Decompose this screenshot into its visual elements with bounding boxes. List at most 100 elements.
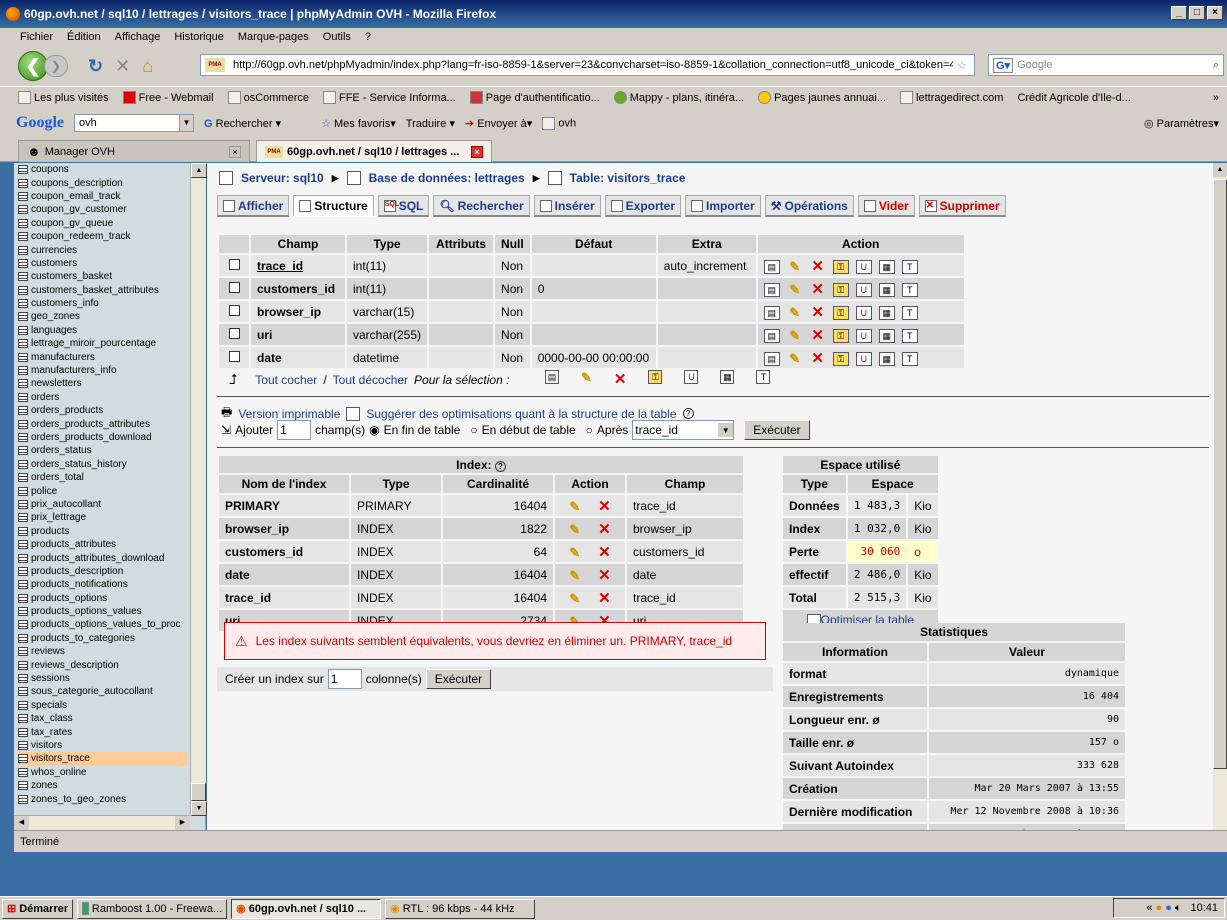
table-list-item[interactable]: newsletters: [18, 377, 188, 390]
settings-button[interactable]: ◎ Paramètres▾: [1144, 117, 1219, 130]
primary-key-icon[interactable]: ⚿: [832, 329, 849, 344]
table-icon[interactable]: [18, 727, 28, 737]
table-list-item[interactable]: reviews_description: [18, 658, 188, 671]
forward-button[interactable]: ❯: [44, 55, 68, 77]
table-list-item[interactable]: customers_info: [18, 297, 188, 310]
add-exec-button[interactable]: Exécuter: [744, 420, 810, 440]
bookmark-item[interactable]: Les plus visités: [18, 91, 109, 104]
scroll-thumb[interactable]: [191, 783, 206, 801]
browse-icon[interactable]: ▤: [763, 260, 780, 275]
scroll-thumb[interactable]: [1213, 179, 1227, 769]
index-icon[interactable]: ▦: [878, 352, 895, 367]
radio-start[interactable]: ○: [470, 423, 477, 437]
edit-icon[interactable]: ✎: [787, 351, 803, 367]
star-icon[interactable]: ☆: [957, 59, 967, 72]
table-list-item[interactable]: coupon_email_track: [18, 190, 188, 203]
table-list-item[interactable]: products_options_values_to_proc: [18, 618, 188, 631]
index-icon[interactable]: ▦: [878, 283, 895, 298]
help-icon[interactable]: ?: [494, 460, 506, 472]
tab-afficher[interactable]: Afficher: [217, 195, 290, 217]
delete-icon[interactable]: ✕: [614, 370, 627, 388]
index-icon[interactable]: ▦: [878, 329, 895, 344]
tab-vider[interactable]: Vider: [857, 195, 915, 217]
delete-icon[interactable]: ✕: [598, 498, 611, 515]
delete-icon[interactable]: ✕: [810, 326, 826, 344]
table-list-item[interactable]: products_attributes_download: [18, 551, 188, 564]
table-icon[interactable]: [18, 205, 28, 215]
table-list-item[interactable]: tax_rates: [18, 725, 188, 738]
scroll-right-icon[interactable]: ▶: [175, 816, 190, 830]
fulltext-icon[interactable]: T: [756, 370, 771, 384]
menu-edition[interactable]: Édition: [67, 31, 101, 43]
primary-key-icon[interactable]: ⚿: [832, 283, 849, 298]
table-list-item[interactable]: products_to_categories: [18, 632, 188, 645]
table-icon[interactable]: [18, 379, 28, 389]
help-icon[interactable]: ?: [682, 408, 694, 419]
tab-manager-ovh[interactable]: ☻ Manager OVH ×: [18, 140, 250, 162]
col-header-champ[interactable]: Champ: [251, 235, 345, 253]
stop-icon[interactable]: ✕: [115, 56, 130, 77]
google-logo[interactable]: Google: [16, 114, 64, 132]
table-icon[interactable]: [18, 674, 28, 684]
edit-icon[interactable]: ✎: [569, 522, 580, 537]
table-icon[interactable]: [18, 660, 28, 670]
browse-icon[interactable]: ▤: [763, 329, 780, 344]
url-bar[interactable]: PMA http://60gp.ovh.net/phpMyadmin/index…: [200, 54, 975, 76]
table-icon[interactable]: [18, 647, 28, 657]
primary-key-icon[interactable]: ⚿: [648, 370, 663, 384]
edit-icon[interactable]: ✎: [787, 282, 803, 298]
primary-key-icon[interactable]: ⚿: [832, 306, 849, 321]
menu-marque-pages[interactable]: Marque-pages: [238, 31, 309, 43]
field-checkbox[interactable]: [228, 350, 240, 362]
maximize-button[interactable]: □: [1189, 6, 1205, 20]
bookmark-item[interactable]: osCommerce: [227, 91, 309, 104]
left-scrollbar[interactable]: ▲ ▼: [190, 163, 207, 816]
tab-rechercher[interactable]: 🔍︎ Rechercher: [433, 195, 530, 217]
table-list-item[interactable]: orders_products_download: [18, 431, 188, 444]
radio-after[interactable]: ○: [586, 423, 593, 437]
scroll-left-icon[interactable]: ◀: [14, 816, 29, 830]
menu-historique[interactable]: Historique: [174, 31, 224, 43]
bookmarks-overflow-icon[interactable]: »: [1213, 92, 1219, 104]
menu-affichage[interactable]: Affichage: [115, 31, 161, 43]
table-icon[interactable]: [18, 580, 28, 590]
table-icon[interactable]: [18, 593, 28, 603]
fulltext-icon[interactable]: T: [901, 283, 918, 298]
table-icon[interactable]: [18, 714, 28, 724]
table-list-item[interactable]: visitors: [18, 739, 188, 752]
ovh-button[interactable]: ovh: [542, 116, 576, 130]
table-list-item[interactable]: orders_products: [18, 404, 188, 417]
table-icon[interactable]: [18, 754, 28, 764]
unique-icon[interactable]: U: [855, 306, 872, 321]
table-icon[interactable]: [18, 245, 28, 255]
table-icon[interactable]: [18, 620, 28, 630]
table-icon[interactable]: [18, 499, 28, 509]
taskbar-item[interactable]: Ramboost 1.00 - Freewa...: [77, 898, 228, 919]
table-list-item[interactable]: lettrage_miroir_pourcentage: [18, 337, 188, 350]
taskbar-item-active[interactable]: ◉ 60gp.ovh.net / sql10 ...: [231, 898, 382, 919]
minimize-button[interactable]: _: [1171, 6, 1187, 20]
table-icon[interactable]: [18, 352, 28, 362]
table-icon[interactable]: [18, 419, 28, 429]
table-icon[interactable]: [18, 526, 28, 536]
bookmark-item[interactable]: lettragedirect.com: [900, 91, 1003, 104]
edit-icon[interactable]: ✎: [787, 259, 803, 275]
unique-icon[interactable]: U: [855, 329, 872, 344]
table-icon[interactable]: [18, 191, 28, 201]
primary-key-icon[interactable]: ⚿: [832, 352, 849, 367]
search-input[interactable]: G▾ Google ⌕: [988, 54, 1224, 76]
table-icon[interactable]: [18, 459, 28, 469]
edit-icon[interactable]: ✎: [569, 545, 580, 560]
table-list-item[interactable]: products_attributes: [18, 538, 188, 551]
table-icon[interactable]: [18, 218, 28, 228]
table-icon[interactable]: [18, 794, 28, 804]
bookmark-item[interactable]: Free - Webmail: [122, 91, 214, 104]
table-list-item[interactable]: products: [18, 525, 188, 538]
close-tab-icon[interactable]: ×: [229, 145, 241, 158]
table-list-item[interactable]: products_options_values: [18, 605, 188, 618]
table-list-item[interactable]: manufacturers: [18, 350, 188, 363]
bookmark-item[interactable]: FFE - Service Informa...: [322, 91, 456, 104]
table-list-item[interactable]: coupons: [18, 163, 188, 176]
left-hscrollbar[interactable]: ◀ ▶: [14, 815, 190, 830]
table-list-item[interactable]: orders: [18, 391, 188, 404]
